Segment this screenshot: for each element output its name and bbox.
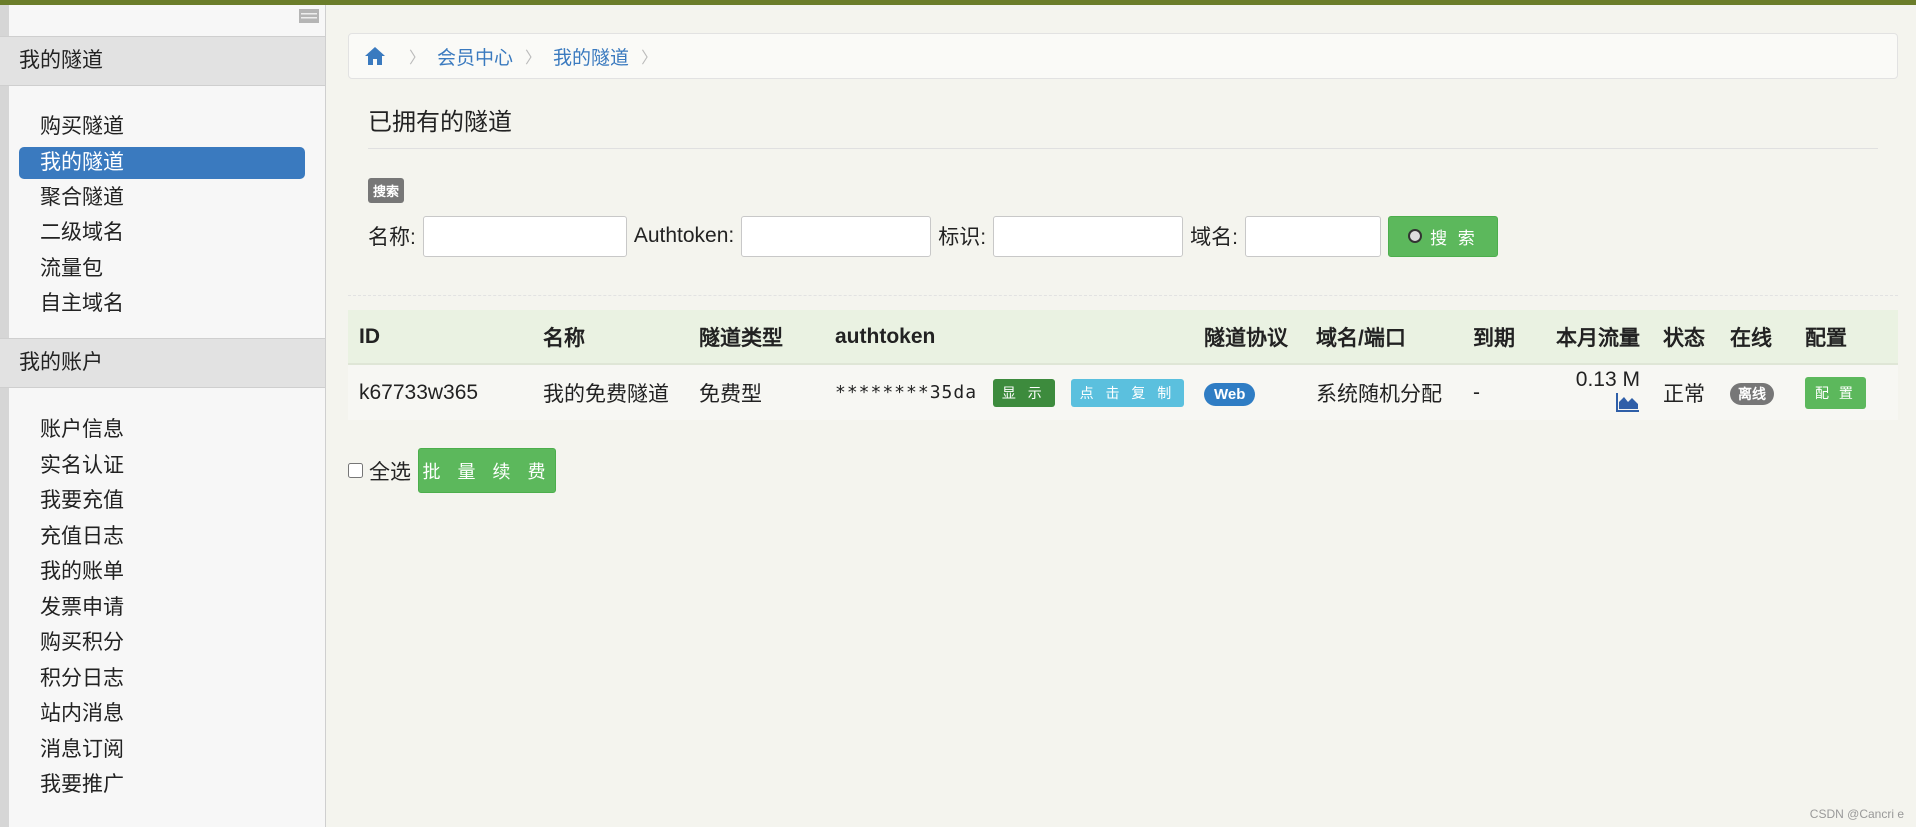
breadcrumb-member-center[interactable]: 会员中心 (437, 43, 513, 70)
main-content: 〉 会员中心 〉 我的隧道 〉 已拥有的隧道 搜索 名称: Authtoken:… (348, 5, 1898, 825)
area-chart-icon[interactable] (1616, 392, 1640, 418)
sidebar-item-my-tunnels[interactable]: 我的隧道 (19, 146, 305, 179)
col-id: ID (348, 310, 532, 365)
cell-config: 配 置 (1794, 364, 1898, 420)
sidebar-section-tunnels[interactable]: 我的隧道 (0, 36, 325, 86)
divider (348, 295, 1898, 296)
sidebar-item-aggregate-tunnel[interactable]: 聚合隧道 (19, 180, 305, 216)
breadcrumb-separator: 〉 (409, 50, 426, 67)
config-button[interactable]: 配 置 (1805, 376, 1866, 409)
authtoken-value: ********35da (835, 381, 978, 403)
domain-label: 域名: (1190, 226, 1238, 249)
online-status-badge: 离线 (1730, 382, 1774, 405)
cell-authtoken: ********35da 显 示 点 击 复 制 (824, 364, 1193, 420)
select-all-checkbox[interactable] (348, 463, 363, 478)
domain-input[interactable] (1244, 215, 1381, 257)
cell-protocol: Web (1193, 364, 1305, 420)
page-title: 已拥有的隧道 (368, 105, 1878, 149)
search-form: 名称: Authtoken: 标识: 域名: 搜 索 (368, 215, 1498, 257)
sidebar-rail (0, 5, 9, 827)
col-domain: 域名/端口 (1305, 310, 1462, 365)
col-online: 在线 (1719, 310, 1794, 365)
sidebar: 我的隧道 购买隧道 我的隧道 聚合隧道 二级域名 流量包 自主域名 我的账户 账… (0, 5, 326, 827)
cell-id: k67733w365 (348, 364, 532, 420)
sidebar-item-recharge-log[interactable]: 充值日志 (19, 519, 305, 555)
col-authtoken: authtoken (824, 310, 1193, 365)
search-badge: 搜索 (368, 178, 405, 203)
col-config: 配置 (1794, 310, 1898, 365)
sidebar-item-subdomain[interactable]: 二级域名 (19, 215, 305, 251)
breadcrumb-separator: 〉 (641, 50, 658, 67)
select-all-label[interactable]: 全选 (369, 456, 411, 486)
batch-renew-button[interactable]: 批 量 续 费 (418, 448, 556, 493)
name-label: 名称: (368, 226, 416, 249)
sidebar-item-recharge[interactable]: 我要充值 (19, 483, 305, 519)
cell-expire: - (1462, 364, 1542, 420)
authtoken-input[interactable] (741, 215, 932, 257)
search-icon (1408, 229, 1423, 243)
sidebar-item-real-name[interactable]: 实名认证 (19, 448, 305, 484)
search-button[interactable]: 搜 索 (1387, 215, 1498, 257)
name-input[interactable] (422, 215, 627, 257)
copy-token-button[interactable]: 点 击 复 制 (1070, 378, 1185, 407)
sidebar-item-invoice[interactable]: 发票申请 (19, 590, 305, 626)
sidebar-item-buy-points[interactable]: 购买积分 (19, 625, 305, 661)
sidebar-item-messages[interactable]: 站内消息 (19, 696, 305, 732)
sidebar-section-account[interactable]: 我的账户 (0, 338, 325, 388)
breadcrumb-separator: 〉 (525, 50, 542, 67)
tunnel-table: ID 名称 隧道类型 authtoken 隧道协议 域名/端口 到期 本月流量 … (348, 310, 1898, 420)
home-icon[interactable] (363, 44, 387, 68)
sidebar-item-traffic-pack[interactable]: 流量包 (19, 251, 305, 287)
cell-status: 正常 (1652, 364, 1719, 420)
col-status: 状态 (1652, 310, 1719, 365)
menu-icon[interactable] (299, 8, 319, 24)
col-expire: 到期 (1462, 310, 1542, 365)
cell-traffic: 0.13 M (1542, 364, 1652, 420)
table-header-row: ID 名称 隧道类型 authtoken 隧道协议 域名/端口 到期 本月流量 … (348, 310, 1898, 365)
sidebar-menu-account: 账户信息 实名认证 我要充值 充值日志 我的账单 发票申请 购买积分 积分日志 … (19, 412, 305, 803)
authtoken-label: Authtoken: (633, 224, 735, 247)
tag-label: 标识: (938, 226, 987, 249)
breadcrumb-my-tunnels[interactable]: 我的隧道 (553, 43, 629, 70)
col-type: 隧道类型 (688, 310, 824, 365)
sidebar-item-account-info[interactable]: 账户信息 (19, 412, 305, 448)
col-name: 名称 (532, 310, 688, 365)
sidebar-item-custom-domain[interactable]: 自主域名 (19, 286, 305, 322)
show-token-button[interactable]: 显 示 (992, 378, 1055, 407)
sidebar-item-buy-tunnel[interactable]: 购买隧道 (19, 109, 305, 145)
sidebar-item-my-bills[interactable]: 我的账单 (19, 554, 305, 590)
col-traffic: 本月流量 (1542, 310, 1652, 365)
sidebar-item-promote[interactable]: 我要推广 (19, 767, 305, 803)
col-protocol: 隧道协议 (1193, 310, 1305, 365)
bulk-actions: 全选 批 量 续 费 (348, 448, 556, 493)
watermark: CSDN @Cancri e (1809, 807, 1904, 821)
cell-type: 免费型 (688, 364, 824, 420)
table-row: k67733w365 我的免费隧道 免费型 ********35da 显 示 点… (348, 364, 1898, 420)
search-button-label: 搜 索 (1430, 228, 1478, 248)
sidebar-item-subscriptions[interactable]: 消息订阅 (19, 732, 305, 768)
cell-name: 我的免费隧道 (532, 364, 688, 420)
protocol-badge: Web (1204, 382, 1256, 406)
sidebar-item-points-log[interactable]: 积分日志 (19, 661, 305, 697)
sidebar-menu-tunnels: 购买隧道 我的隧道 聚合隧道 二级域名 流量包 自主域名 (19, 109, 305, 322)
traffic-value: 0.13 M (1575, 367, 1640, 391)
breadcrumb: 〉 会员中心 〉 我的隧道 〉 (348, 33, 1898, 79)
cell-domain: 系统随机分配 (1305, 364, 1462, 420)
cell-online: 离线 (1719, 364, 1794, 420)
tag-input[interactable] (993, 215, 1184, 257)
